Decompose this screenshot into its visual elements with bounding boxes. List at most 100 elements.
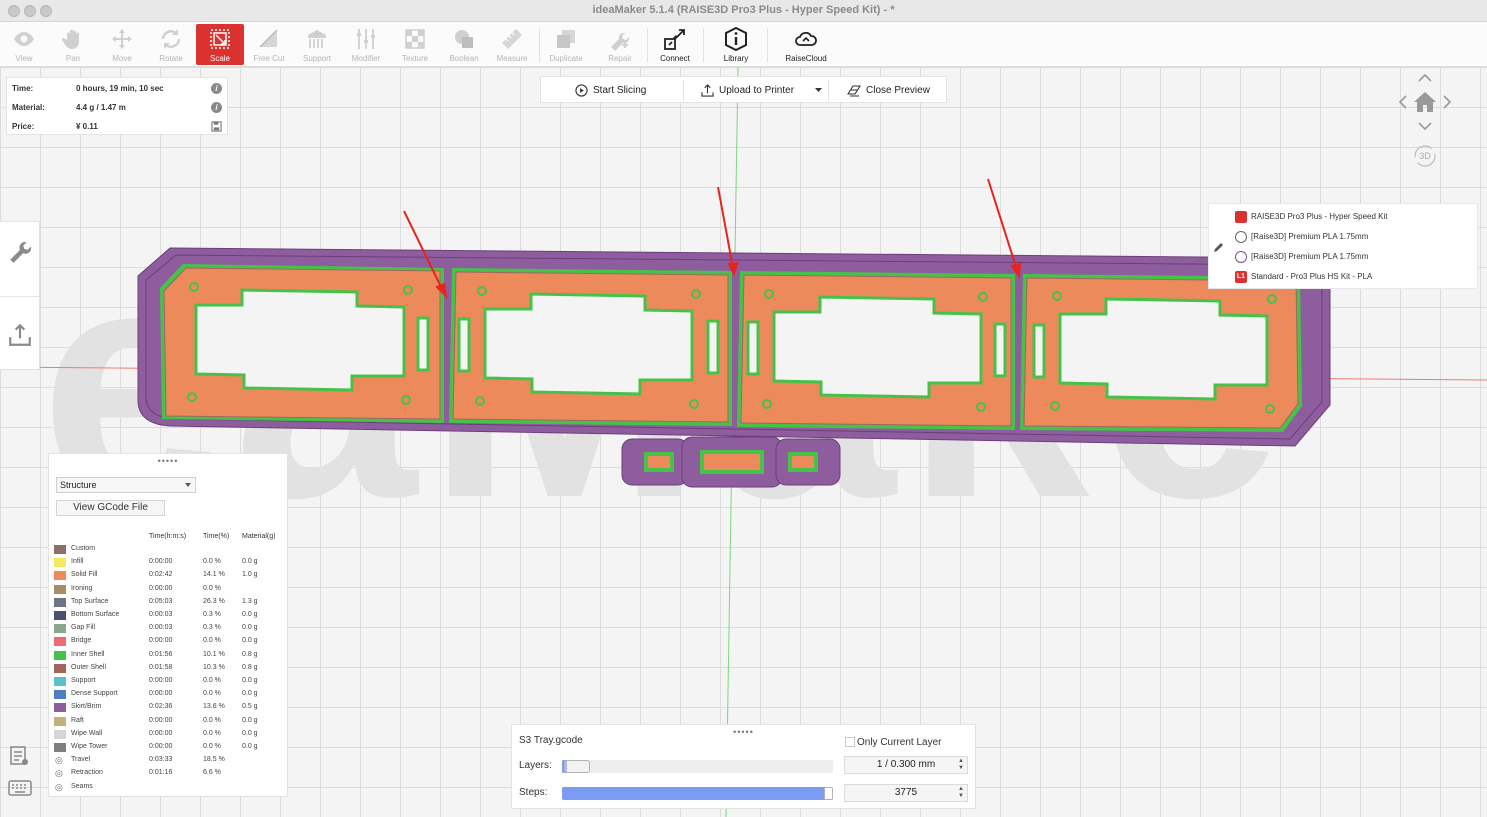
layers-slider-thumb[interactable] — [564, 760, 590, 773]
structure-row[interactable]: Infill 0:00:00 0.0 % 0.0 g — [53, 556, 285, 569]
feature-time: 0:00:00 — [149, 637, 173, 645]
filament-profile-right[interactable]: [Raise3D] Premium PLA 1.75mm — [1235, 249, 1368, 265]
move-tool[interactable]: Move — [98, 24, 146, 65]
color-swatch[interactable] — [54, 558, 66, 568]
measure-tool[interactable]: Measure — [488, 24, 536, 65]
chevron-down-icon — [1418, 122, 1432, 131]
feature-material: 1.3 g — [242, 597, 258, 605]
structure-row[interactable]: ◎ Travel 0:03:33 18.5 % — [53, 754, 285, 767]
structure-row[interactable]: Bottom Surface 0:00:03 0.3 % 0.0 g — [53, 609, 285, 622]
view-mode-select[interactable]: Structure — [56, 477, 196, 493]
structure-row[interactable]: Outer Shell 0:01:58 10.3 % 0.8 g — [53, 662, 285, 675]
color-swatch[interactable] — [54, 611, 66, 620]
duplicate-tool[interactable]: Duplicate — [542, 24, 590, 65]
info-icon[interactable]: i — [211, 83, 222, 94]
color-swatch[interactable] — [54, 703, 66, 713]
modifier-tool[interactable]: Modifier — [342, 24, 390, 65]
feature-material: 0.8 g — [242, 663, 258, 671]
color-swatch[interactable] — [54, 650, 66, 660]
visibility-eye-icon[interactable]: ◎ — [55, 782, 65, 792]
close-preview-icon — [847, 85, 861, 97]
structure-row[interactable]: Gap Fill 0:00:03 0.3 % 0.0 g — [53, 622, 285, 635]
structure-row[interactable]: Wipe Tower 0:00:00 0.0 % 0.0 g — [53, 741, 285, 754]
free-cut-tool[interactable]: Free Cut — [245, 24, 293, 65]
repair-tool[interactable]: Repair — [596, 24, 644, 65]
color-swatch[interactable] — [54, 545, 66, 554]
slicing-template[interactable]: L1 Standard - Pro3 Plus HS Kit - PLA — [1235, 269, 1372, 285]
color-swatch[interactable] — [54, 597, 66, 607]
raisecloud-tool[interactable]: RaiseCloud — [782, 24, 830, 65]
feature-time: 0:00:03 — [149, 624, 173, 632]
structure-row[interactable]: Bridge 0:00:00 0.0 % 0.0 g — [53, 635, 285, 648]
spin-arrows-icon[interactable]: ▲ ▼ — [958, 786, 964, 800]
steps-slider[interactable] — [562, 787, 833, 800]
visibility-eye-icon[interactable]: ◎ — [55, 755, 65, 765]
feature-time: 0:00:00 — [149, 716, 173, 724]
structure-row[interactable]: Custom — [53, 543, 285, 556]
color-swatch[interactable] — [54, 690, 66, 700]
color-swatch[interactable] — [54, 716, 66, 726]
wrench-icon[interactable] — [7, 238, 33, 264]
side-divider — [0, 296, 40, 297]
structure-row[interactable]: Skirt/Brim 0:02:36 13.6 % 0.5 g — [53, 701, 285, 714]
connect-tool[interactable]: Connect — [651, 24, 699, 65]
support-tool[interactable]: Support — [293, 24, 341, 65]
color-swatch[interactable] — [54, 624, 66, 634]
color-swatch[interactable] — [54, 584, 66, 594]
time-value: 0 hours, 19 min, 10 sec — [76, 84, 164, 93]
steps-slider-thumb[interactable] — [824, 787, 833, 800]
structure-row[interactable]: ◎ Seams — [53, 781, 285, 794]
slice-action-bar: Start Slicing Upload to Printer Close Pr… — [540, 76, 947, 103]
color-swatch[interactable] — [54, 677, 66, 686]
structure-row[interactable]: Inner Shell 0:01:56 10.1 % 0.8 g — [53, 649, 285, 662]
boolean-tool[interactable]: Boolean — [440, 24, 488, 65]
export-icon[interactable] — [7, 322, 33, 348]
color-swatch[interactable] — [54, 571, 66, 581]
steps-spinbox[interactable]: 3775 ▲ ▼ — [844, 784, 968, 802]
scale-tool[interactable]: Scale — [196, 24, 244, 65]
upload-to-printer-button[interactable]: Upload to Printer — [701, 77, 794, 104]
start-slicing-button[interactable]: Start Slicing — [575, 77, 646, 104]
structure-row[interactable]: Wipe Wall 0:00:00 0.0 % 0.0 g — [53, 728, 285, 741]
structure-row[interactable]: Support 0:00:00 0.0 % 0.0 g — [53, 675, 285, 688]
view-gcode-file-button[interactable]: View GCode File — [56, 500, 165, 516]
structure-row[interactable]: Ironing 0:00:00 0.0 % — [53, 583, 285, 596]
structure-row[interactable]: Solid Fill 0:02:42 14.1 % 1.0 g — [53, 569, 285, 582]
feature-percent: 0.3 % — [203, 624, 221, 632]
visibility-eye-icon[interactable]: ◎ — [55, 768, 65, 778]
upload-options-dropdown[interactable] — [814, 77, 823, 104]
main-toolbar: View Pan Move Rotate Scale Free Cut Supp… — [0, 22, 1487, 67]
move-arrows-icon — [112, 29, 132, 49]
close-preview-button[interactable]: Close Preview — [847, 77, 930, 104]
layers-slider[interactable] — [562, 760, 833, 773]
structure-row[interactable]: ◎ Retraction 0:01:16 6.6 % — [53, 767, 285, 780]
filament-profile-left[interactable]: [Raise3D] Premium PLA 1.75mm — [1235, 229, 1368, 245]
rotate-tool[interactable]: Rotate — [147, 24, 195, 65]
only-current-layer-checkbox[interactable] — [845, 737, 855, 747]
layers-spinbox[interactable]: 1 / 0.300 mm ▲ ▼ — [844, 756, 968, 774]
color-swatch[interactable] — [54, 729, 66, 739]
feature-percent: 10.3 % — [203, 663, 225, 671]
color-swatch[interactable] — [54, 637, 66, 647]
structure-row[interactable]: Raft 0:00:00 0.0 % 0.0 g — [53, 715, 285, 728]
view-navigation-control[interactable]: 3D — [1393, 68, 1457, 170]
texture-tool[interactable]: Texture — [391, 24, 439, 65]
view-tool[interactable]: View — [0, 24, 48, 65]
info-icon[interactable]: i — [211, 102, 222, 113]
printer-profile[interactable]: RAISE3D Pro3 Plus - Hyper Speed Kit — [1235, 209, 1388, 225]
save-icon[interactable] — [211, 121, 222, 132]
structure-row[interactable]: Top Surface 0:05:03 26.3 % 1.3 g — [53, 596, 285, 609]
feature-percent: 26.3 % — [203, 597, 225, 605]
structure-row[interactable]: Dense Support 0:00:00 0.0 % 0.0 g — [53, 688, 285, 701]
panel-drag-handle[interactable]: ••••• — [49, 456, 287, 466]
edit-pencil-icon[interactable] — [1213, 241, 1225, 253]
color-swatch[interactable] — [54, 663, 66, 673]
pan-tool[interactable]: Pan — [49, 24, 97, 65]
spin-arrows-icon[interactable]: ▲ ▼ — [958, 758, 964, 772]
feature-percent: 0.0 % — [203, 677, 221, 684]
library-tool[interactable]: Library — [712, 24, 760, 65]
gcode-list-icon[interactable] — [8, 745, 30, 767]
keyboard-icon[interactable] — [8, 779, 32, 797]
feature-time: 0:01:58 — [149, 663, 173, 671]
color-swatch[interactable] — [54, 743, 66, 752]
